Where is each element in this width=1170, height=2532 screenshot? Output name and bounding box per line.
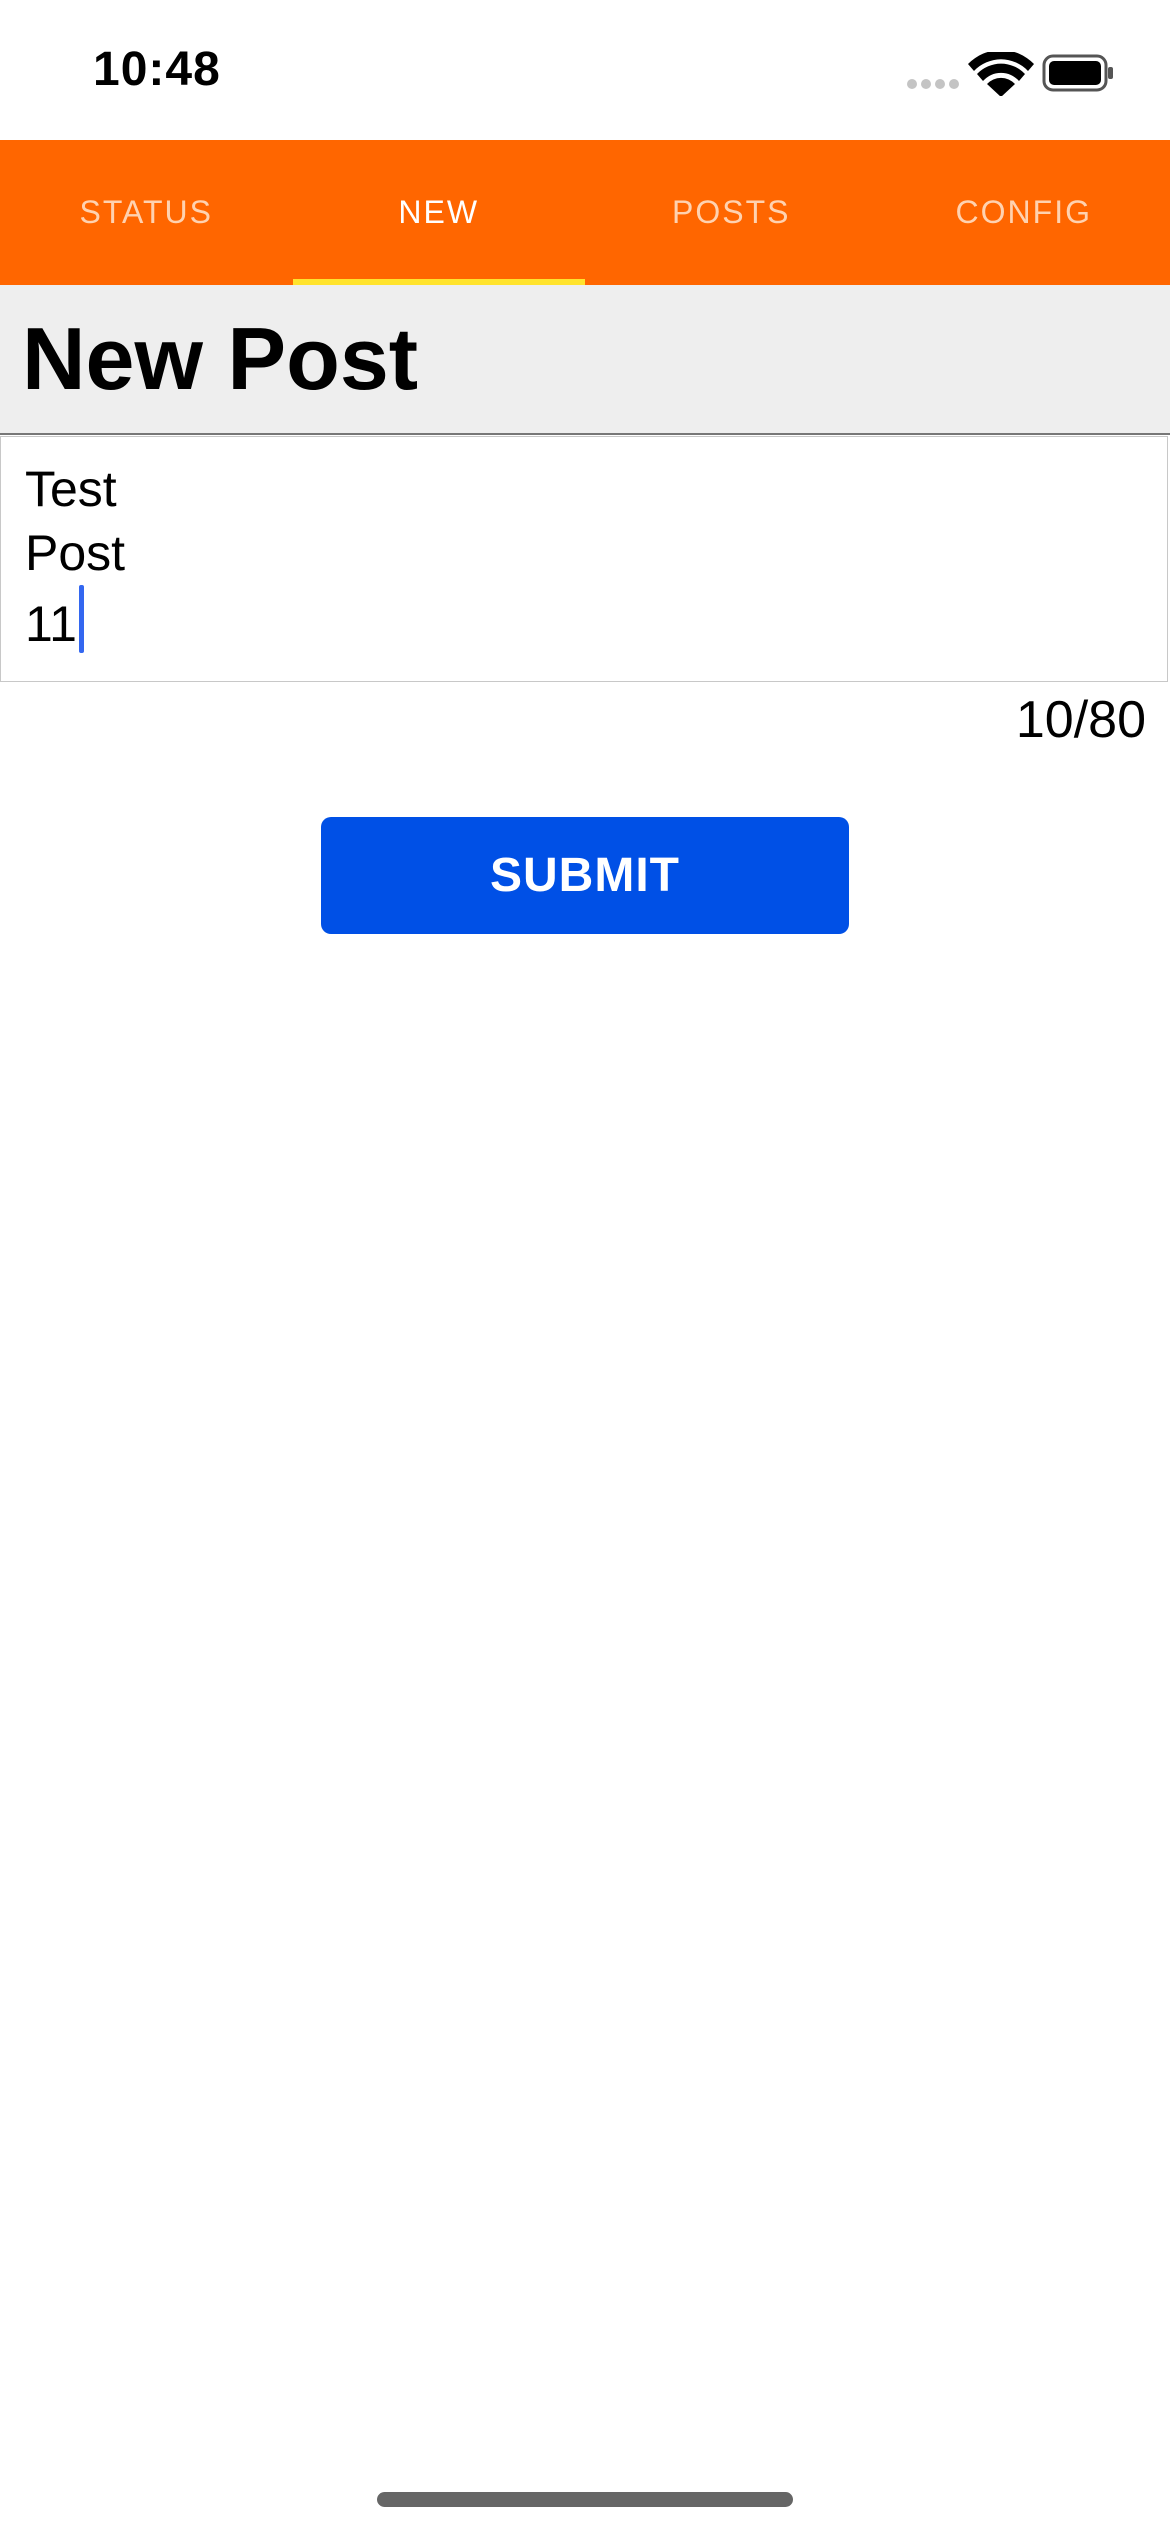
- status-bar: 10:48: [0, 0, 1170, 140]
- wifi-icon: [968, 52, 1034, 96]
- post-text: Test Post 11: [25, 457, 125, 656]
- post-text-line: 11: [25, 596, 77, 652]
- tab-label: CONFIG: [955, 194, 1092, 230]
- tab-label: NEW: [398, 194, 480, 230]
- battery-icon: [1042, 54, 1113, 92]
- title-bar: New Post: [0, 285, 1170, 435]
- tab-bar: STATUS NEW POSTS CONFIG: [0, 140, 1170, 285]
- status-icons: [904, 52, 1114, 96]
- post-text-line-last: 11: [25, 585, 125, 656]
- tab-posts[interactable]: POSTS: [585, 140, 878, 285]
- text-caret: [78, 585, 84, 653]
- page-title: New Post: [22, 309, 419, 408]
- home-indicator[interactable]: [377, 2492, 793, 2507]
- submit-button[interactable]: SUBMIT: [321, 817, 849, 934]
- character-counter: 10/80: [1015, 691, 1146, 749]
- status-time: 10:48: [93, 43, 221, 96]
- tab-config[interactable]: CONFIG: [878, 140, 1170, 285]
- post-textarea[interactable]: Test Post 11: [0, 436, 1168, 682]
- post-text-line: Post: [25, 525, 126, 581]
- tab-new[interactable]: NEW: [292, 140, 586, 285]
- cellular-signal-icon: [907, 79, 959, 89]
- tab-label: STATUS: [79, 194, 213, 230]
- tab-status[interactable]: STATUS: [0, 140, 293, 285]
- tab-label: POSTS: [672, 194, 791, 230]
- post-text-line: Test: [25, 461, 117, 517]
